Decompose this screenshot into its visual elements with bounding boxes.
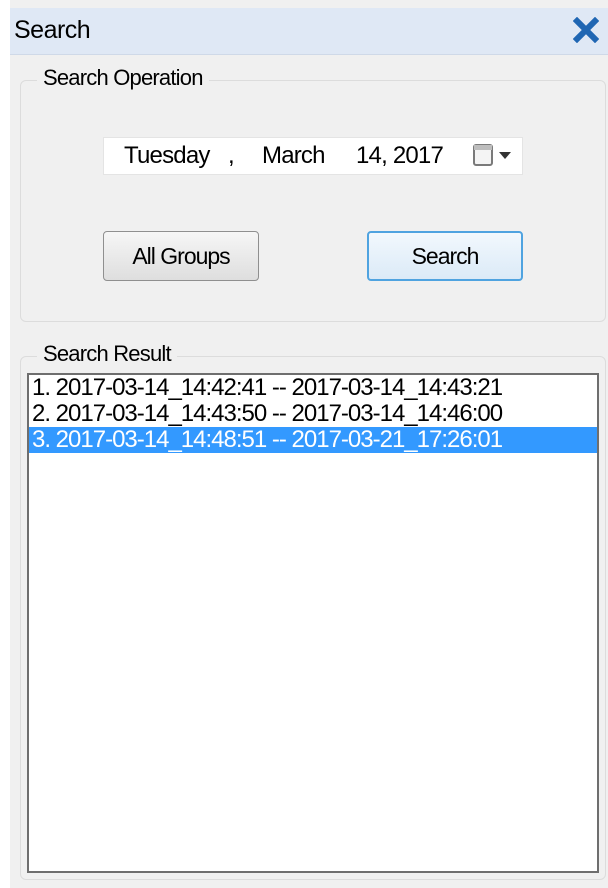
list-item[interactable]: 2. 2017-03-14_14:43:50 -- 2017-03-14_14:…	[29, 401, 597, 427]
date-month[interactable]: March	[262, 142, 325, 170]
search-result-group: Search Result 1. 2017-03-14_14:42:41 -- …	[20, 341, 606, 880]
date-separator: ,	[228, 142, 235, 169]
search-result-list[interactable]: 1. 2017-03-14_14:42:41 -- 2017-03-14_14:…	[27, 373, 599, 873]
panel-titlebar: Search	[10, 8, 608, 55]
date-weekday[interactable]: Tuesday	[124, 142, 210, 170]
date-dropdown-button[interactable]	[472, 143, 516, 169]
chevron-down-icon	[499, 152, 511, 159]
search-operation-legend: Search Operation	[37, 65, 209, 91]
close-button[interactable]	[570, 14, 602, 46]
search-button[interactable]: Search	[367, 231, 523, 281]
panel-title: Search	[14, 16, 91, 44]
calendar-icon	[473, 144, 493, 166]
list-item[interactable]: 3. 2017-03-14_14:48:51 -- 2017-03-21_17:…	[29, 427, 597, 453]
date-day-year[interactable]: 14, 2017	[356, 142, 444, 170]
search-panel: Search Search Operation Tuesday , March …	[0, 0, 608, 888]
search-result-legend: Search Result	[37, 341, 177, 367]
close-icon	[573, 17, 599, 43]
date-picker[interactable]: Tuesday , March 14, 2017	[103, 137, 523, 175]
all-groups-button[interactable]: All Groups	[103, 231, 259, 281]
panel-edge	[0, 0, 10, 888]
list-item[interactable]: 1. 2017-03-14_14:42:41 -- 2017-03-14_14:…	[29, 375, 597, 401]
search-operation-group: Search Operation Tuesday , March 14, 201…	[20, 65, 606, 322]
